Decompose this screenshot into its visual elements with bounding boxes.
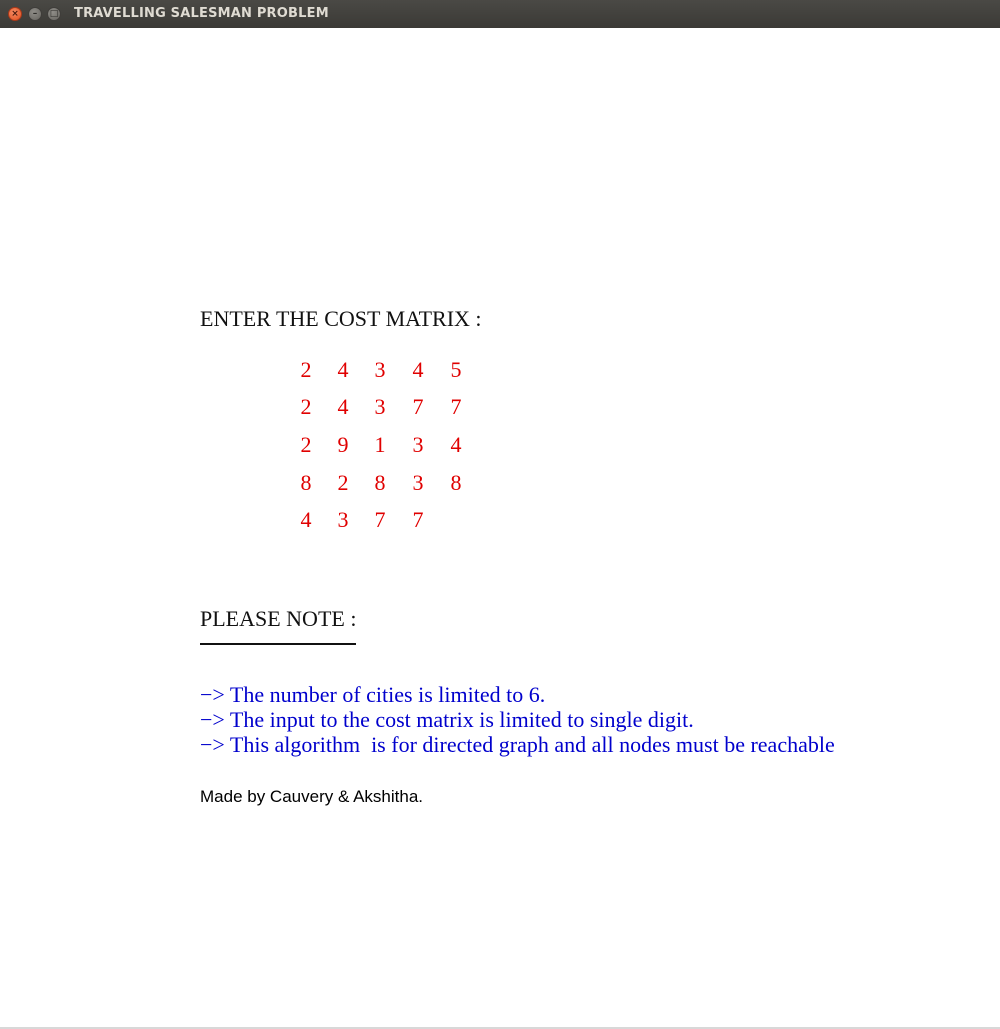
window-title: TRAVELLING SALESMAN PROBLEM (74, 6, 329, 21)
matrix-cell: 1 (374, 432, 386, 457)
note-item: −> The number of cities is limited to 6. (200, 682, 546, 707)
matrix-cell: 2 (300, 357, 312, 382)
matrix-cell: 3 (412, 470, 424, 495)
maximize-window-button[interactable]: □ (47, 7, 61, 21)
matrix-cell: 9 (337, 432, 349, 457)
matrix-cell: 4 (300, 507, 312, 532)
matrix-cell: 4 (337, 394, 349, 419)
matrix-cell: 4 (450, 432, 462, 457)
matrix-cell: 2 (300, 432, 312, 457)
matrix-cell: 7 (374, 507, 386, 532)
matrix-cell: 4 (337, 357, 349, 382)
matrix-cell: 3 (337, 507, 349, 532)
app-window: × – □ TRAVELLING SALESMAN PROBLEM ENTER … (0, 0, 1000, 1029)
matrix-cell: 7 (412, 394, 424, 419)
matrix-cell: 8 (450, 470, 462, 495)
cost-matrix-heading: ENTER THE COST MATRIX : (200, 306, 482, 331)
matrix-cell: 8 (374, 470, 386, 495)
matrix-cell: 7 (412, 507, 424, 532)
note-heading-underline (200, 643, 356, 645)
matrix-cell: 8 (300, 470, 312, 495)
note-item: −> The input to the cost matrix is limit… (200, 707, 694, 732)
matrix-cell: 2 (337, 470, 349, 495)
minimize-window-button[interactable]: – (28, 7, 42, 21)
matrix-cell: 4 (412, 357, 424, 382)
note-item: −> This algorithm is for directed graph … (200, 732, 835, 757)
drawing-canvas[interactable]: ENTER THE COST MATRIX : 2 4 3 4 5 2 4 3 … (0, 28, 1000, 1029)
title-bar[interactable]: × – □ TRAVELLING SALESMAN PROBLEM (0, 0, 1000, 29)
matrix-cell: 2 (300, 394, 312, 419)
matrix-cell: 3 (412, 432, 424, 457)
matrix-cell: 3 (374, 357, 386, 382)
matrix-cell: 3 (374, 394, 386, 419)
credit-text: Made by Cauvery & Akshitha. (200, 787, 424, 806)
matrix-cell: 7 (450, 394, 462, 419)
please-note-heading: PLEASE NOTE : (200, 606, 357, 631)
matrix-cell: 5 (450, 357, 462, 382)
close-window-button[interactable]: × (8, 7, 22, 21)
